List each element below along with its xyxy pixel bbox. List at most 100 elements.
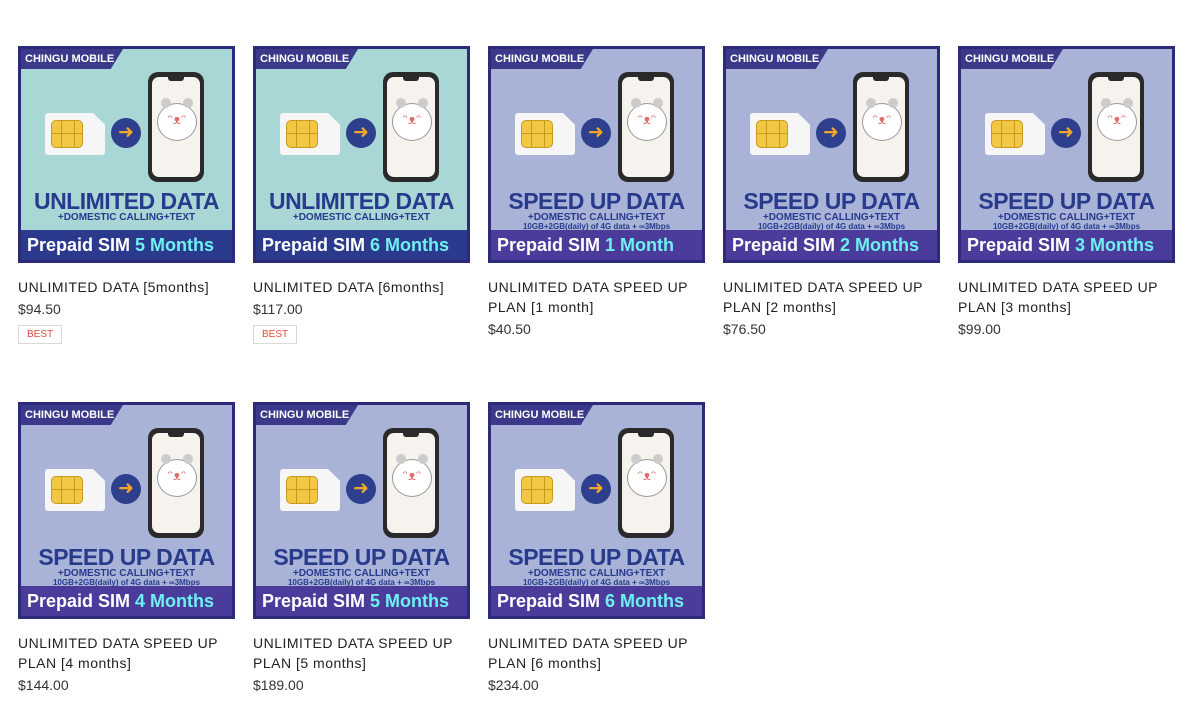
product-grid: CHINGU MOBILE ➜ ᵔᴥᵔ UNLIMITED DATA +DOME… xyxy=(0,0,1200,706)
brand-tag: CHINGU MOBILE xyxy=(256,405,358,425)
product-image[interactable]: CHINGU MOBILE ➜ ᵔᴥᵔ SPEED UP DATA +DOMES… xyxy=(958,46,1175,263)
product-card[interactable]: CHINGU MOBILE ➜ ᵔᴥᵔ SPEED UP DATA +DOMES… xyxy=(723,46,940,337)
product-image[interactable]: CHINGU MOBILE ➜ ᵔᴥᵔ SPEED UP DATA +DOMES… xyxy=(18,402,235,619)
sim-card-icon xyxy=(750,113,810,155)
product-title[interactable]: UNLIMITED DATA [5months] xyxy=(18,277,235,297)
duration-banner: Prepaid SIM 1 Month xyxy=(491,230,702,260)
product-price: $76.50 xyxy=(723,321,766,337)
product-price: $99.00 xyxy=(958,321,1001,337)
brand-tag: CHINGU MOBILE xyxy=(21,405,123,425)
sim-card-icon xyxy=(280,469,340,511)
duration-banner: Prepaid SIM 2 Months xyxy=(726,230,937,260)
panda-mascot-icon: ᵔᴥᵔ xyxy=(392,98,432,141)
product-image[interactable]: CHINGU MOBILE ➜ ᵔᴥᵔ SPEED UP DATA +DOMES… xyxy=(488,46,705,263)
brand-tag: CHINGU MOBILE xyxy=(491,49,593,69)
best-badge: BEST xyxy=(253,325,298,344)
banner-duration: 3 Months xyxy=(1075,235,1155,255)
panda-mascot-icon: ᵔᴥᵔ xyxy=(392,454,432,497)
sim-card-icon xyxy=(280,113,340,155)
arrow-right-icon: ➜ xyxy=(581,118,611,148)
brand-tag: CHINGU MOBILE xyxy=(21,49,123,69)
phone-icon: ᵔᴥᵔ xyxy=(618,72,674,182)
brand-tag: CHINGU MOBILE xyxy=(726,49,828,69)
product-title[interactable]: UNLIMITED DATA [6months] xyxy=(253,277,470,297)
arrow-right-icon: ➜ xyxy=(581,474,611,504)
product-image[interactable]: CHINGU MOBILE ➜ ᵔᴥᵔ SPEED UP DATA +DOMES… xyxy=(488,402,705,619)
product-price: $40.50 xyxy=(488,321,531,337)
arrow-right-icon: ➜ xyxy=(111,118,141,148)
duration-banner: Prepaid SIM 6 Months xyxy=(256,230,467,260)
product-title[interactable]: UNLIMITED DATA SPEED UP PLAN [3 months] xyxy=(958,277,1175,317)
phone-icon: ᵔᴥᵔ xyxy=(383,72,439,182)
product-card[interactable]: CHINGU MOBILE ➜ ᵔᴥᵔ UNLIMITED DATA +DOME… xyxy=(253,46,470,344)
banner-prefix: Prepaid SIM xyxy=(497,235,601,255)
product-card[interactable]: CHINGU MOBILE ➜ ᵔᴥᵔ SPEED UP DATA +DOMES… xyxy=(488,46,705,337)
image-headline: SPEED UP DATA xyxy=(508,544,685,570)
phone-icon: ᵔᴥᵔ xyxy=(148,428,204,538)
banner-prefix: Prepaid SIM xyxy=(27,591,131,611)
image-headline: UNLIMITED DATA xyxy=(33,188,220,214)
image-headline: SPEED UP DATA xyxy=(508,188,685,214)
phone-icon: ᵔᴥᵔ xyxy=(1088,72,1144,182)
product-image[interactable]: CHINGU MOBILE ➜ ᵔᴥᵔ SPEED UP DATA +DOMES… xyxy=(253,402,470,619)
banner-duration: 1 Month xyxy=(605,235,675,255)
product-title[interactable]: UNLIMITED DATA SPEED UP PLAN [1 month] xyxy=(488,277,705,317)
product-card[interactable]: CHINGU MOBILE ➜ ᵔᴥᵔ SPEED UP DATA +DOMES… xyxy=(18,402,235,693)
product-price: $94.50 xyxy=(18,301,61,317)
product-card[interactable]: CHINGU MOBILE ➜ ᵔᴥᵔ SPEED UP DATA +DOMES… xyxy=(253,402,470,693)
brand-tag: CHINGU MOBILE xyxy=(256,49,358,69)
product-image[interactable]: CHINGU MOBILE ➜ ᵔᴥᵔ UNLIMITED DATA +DOME… xyxy=(18,46,235,263)
image-headline: SPEED UP DATA xyxy=(38,544,215,570)
banner-prefix: Prepaid SIM xyxy=(27,235,131,255)
brand-tag: CHINGU MOBILE xyxy=(491,405,593,425)
sim-card-icon xyxy=(45,469,105,511)
sim-card-icon xyxy=(985,113,1045,155)
product-price: $189.00 xyxy=(253,677,304,693)
banner-prefix: Prepaid SIM xyxy=(967,235,1071,255)
product-title[interactable]: UNLIMITED DATA SPEED UP PLAN [4 months] xyxy=(18,633,235,673)
product-card[interactable]: CHINGU MOBILE ➜ ᵔᴥᵔ SPEED UP DATA +DOMES… xyxy=(488,402,705,693)
phone-icon: ᵔᴥᵔ xyxy=(383,428,439,538)
duration-banner: Prepaid SIM 5 Months xyxy=(256,586,467,616)
banner-duration: 6 Months xyxy=(605,591,685,611)
arrow-right-icon: ➜ xyxy=(346,118,376,148)
phone-icon: ᵔᴥᵔ xyxy=(148,72,204,182)
product-card[interactable]: CHINGU MOBILE ➜ ᵔᴥᵔ UNLIMITED DATA +DOME… xyxy=(18,46,235,344)
image-headline: SPEED UP DATA xyxy=(978,188,1155,214)
arrow-right-icon: ➜ xyxy=(816,118,846,148)
sim-card-icon xyxy=(515,469,575,511)
product-title[interactable]: UNLIMITED DATA SPEED UP PLAN [2 months] xyxy=(723,277,940,317)
arrow-right-icon: ➜ xyxy=(111,474,141,504)
image-subline: +DOMESTIC CALLING+TEXT xyxy=(57,212,196,223)
panda-mascot-icon: ᵔᴥᵔ xyxy=(157,98,197,141)
product-price: $144.00 xyxy=(18,677,69,693)
product-title[interactable]: UNLIMITED DATA SPEED UP PLAN [5 months] xyxy=(253,633,470,673)
banner-duration: 5 Months xyxy=(135,235,215,255)
banner-prefix: Prepaid SIM xyxy=(262,235,366,255)
product-card[interactable]: CHINGU MOBILE ➜ ᵔᴥᵔ SPEED UP DATA +DOMES… xyxy=(958,46,1175,337)
banner-prefix: Prepaid SIM xyxy=(497,591,601,611)
duration-banner: Prepaid SIM 3 Months xyxy=(961,230,1172,260)
arrow-right-icon: ➜ xyxy=(346,474,376,504)
product-image[interactable]: CHINGU MOBILE ➜ ᵔᴥᵔ UNLIMITED DATA +DOME… xyxy=(253,46,470,263)
banner-duration: 4 Months xyxy=(135,591,215,611)
image-headline: UNLIMITED DATA xyxy=(268,188,455,214)
banner-duration: 2 Months xyxy=(840,235,920,255)
duration-banner: Prepaid SIM 4 Months xyxy=(21,586,232,616)
sim-card-icon xyxy=(45,113,105,155)
phone-icon: ᵔᴥᵔ xyxy=(853,72,909,182)
banner-prefix: Prepaid SIM xyxy=(732,235,836,255)
arrow-right-icon: ➜ xyxy=(1051,118,1081,148)
duration-banner: Prepaid SIM 6 Months xyxy=(491,586,702,616)
panda-mascot-icon: ᵔᴥᵔ xyxy=(157,454,197,497)
product-title[interactable]: UNLIMITED DATA SPEED UP PLAN [6 months] xyxy=(488,633,705,673)
panda-mascot-icon: ᵔᴥᵔ xyxy=(1097,98,1137,141)
brand-tag: CHINGU MOBILE xyxy=(961,49,1063,69)
product-image[interactable]: CHINGU MOBILE ➜ ᵔᴥᵔ SPEED UP DATA +DOMES… xyxy=(723,46,940,263)
sim-card-icon xyxy=(515,113,575,155)
product-price: $117.00 xyxy=(253,301,303,317)
phone-icon: ᵔᴥᵔ xyxy=(618,428,674,538)
image-headline: SPEED UP DATA xyxy=(273,544,450,570)
image-headline: SPEED UP DATA xyxy=(743,188,920,214)
banner-prefix: Prepaid SIM xyxy=(262,591,366,611)
